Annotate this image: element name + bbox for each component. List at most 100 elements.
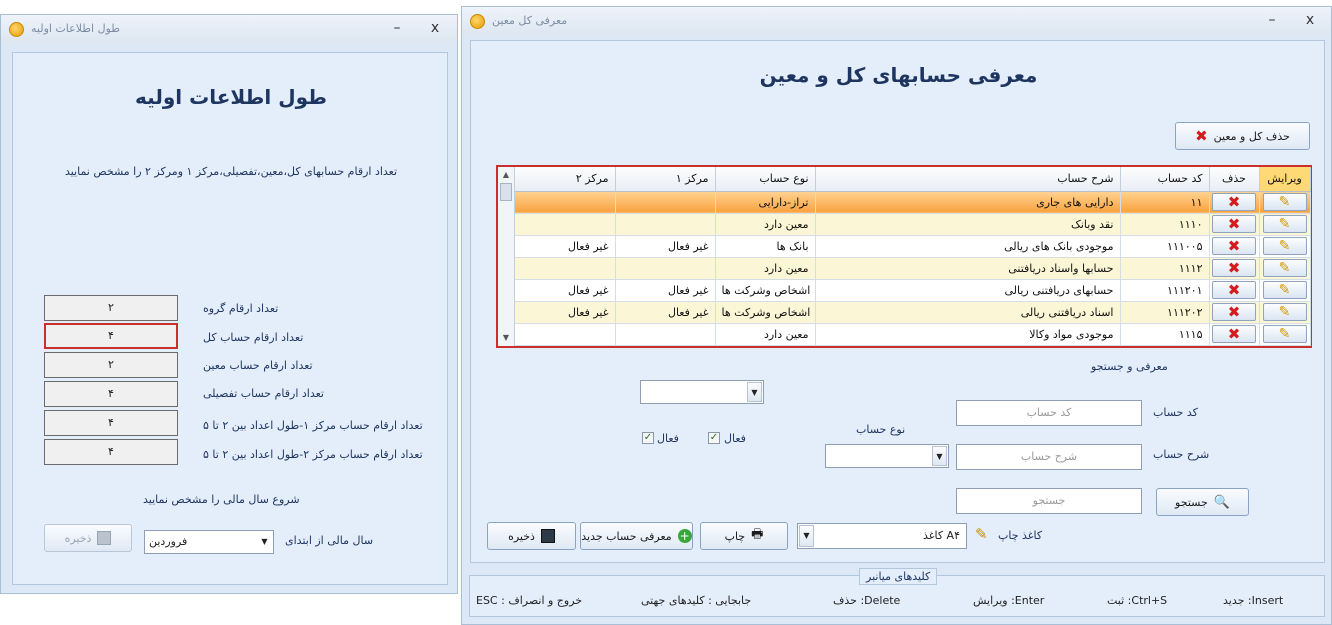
account-type-select[interactable]: ▼ [825, 444, 949, 468]
general-account-digits-field[interactable]: ۴ [44, 323, 178, 349]
edit-row-button[interactable]: ✎ [1262, 325, 1307, 343]
col-code-header[interactable]: کد حساب [1120, 167, 1210, 192]
app-logo-icon [470, 14, 485, 29]
edit-row-button[interactable]: ✎ [1262, 215, 1307, 233]
save-button[interactable]: ذخیره [44, 524, 132, 552]
delete-row-button[interactable]: ✖ [1212, 193, 1256, 211]
fiscal-month-select[interactable]: ▼ فروردین [144, 530, 274, 554]
grid-scrollbar[interactable]: ▲ ▼ [498, 167, 515, 346]
chevron-down-icon: ▼ [799, 525, 814, 547]
settings-panel: طول اطلاعات اولیه تعداد ارقام حسابهای کل… [12, 52, 448, 585]
detail-account-digits-label: تعداد ارقام حساب تفصیلی [203, 387, 324, 400]
cell-center1: غیر فعال [615, 301, 716, 324]
cell-center2: غیر فعال [515, 279, 616, 302]
minimize-button[interactable]: – [387, 19, 407, 37]
table-row[interactable]: غیر فعال غیر فعال بانک ها موجودی بانک های ر… [515, 235, 1311, 258]
account-type-label: نوع حساب [856, 423, 906, 436]
delete-all-label: حذف کل و معین [1213, 129, 1290, 143]
instruction-text: تعداد ارقام حسابهای کل،معین،تفصیلی،مرکز … [64, 165, 398, 178]
cell-center1: غیر فعال [615, 235, 716, 258]
cell-delete: ✖ [1209, 323, 1260, 346]
delete-x-icon: ✖ [1227, 237, 1241, 255]
detail-account-digits-field[interactable]: ۴ [44, 381, 178, 407]
subsidiary-account-digits-field[interactable]: ۲ [44, 352, 178, 378]
paper-size-value: کاغذ A۴ [922, 529, 960, 542]
scroll-thumb[interactable] [500, 183, 512, 201]
active2-label: فعال [724, 432, 746, 445]
delete-row-button[interactable]: ✖ [1212, 281, 1256, 299]
search-button[interactable]: جستجو 🔍 [1156, 488, 1249, 516]
cell-type: تراز-دارایی [715, 191, 816, 214]
cell-desc: موجودی مواد وکالا [815, 323, 1121, 346]
table-row[interactable]: غیر فعال غیر فعال اشخاص وشرکت ها حسابهای در… [515, 279, 1311, 302]
delete-x-icon: ✖ [1227, 281, 1241, 299]
cell-center2 [515, 323, 616, 346]
scroll-down-icon[interactable]: ▼ [498, 330, 514, 346]
cell-edit: ✎ [1259, 191, 1311, 214]
edit-row-button[interactable]: ✎ [1262, 193, 1307, 211]
cell-center1 [615, 323, 716, 346]
active1-checkbox[interactable]: ✓ [642, 432, 654, 444]
minimize-button[interactable]: – [1262, 11, 1282, 29]
account-desc-label: شرح حساب [1153, 448, 1210, 461]
delete-row-button[interactable]: ✖ [1212, 237, 1256, 255]
cell-desc: موجودی بانک های ریالی [815, 235, 1121, 258]
save-label: ذخیره [64, 531, 92, 545]
search-input[interactable]: جستجو [956, 488, 1142, 514]
title-bar: معرفی کل معین – x [462, 7, 1331, 35]
save-button[interactable]: ذخیره [487, 522, 576, 550]
col-desc-header[interactable]: شرح حساب [815, 167, 1121, 192]
center2-digits-field[interactable]: ۴ [44, 439, 178, 465]
col-delete-header[interactable]: حذف [1209, 167, 1260, 192]
cell-edit: ✎ [1259, 323, 1311, 346]
filter-select[interactable]: ▼ [640, 380, 764, 404]
shortcut-edit: ویرایش :Enter [973, 594, 1045, 607]
print-button[interactable]: چاپ 🖶 [700, 522, 788, 550]
delete-x-icon: ✖ [1227, 325, 1241, 343]
cell-desc: دارایی های جاری [815, 191, 1121, 214]
col-edit-header[interactable]: ویرایش [1259, 167, 1311, 192]
chevron-down-icon: ▼ [747, 382, 762, 402]
account-desc-input[interactable]: شرح حساب [956, 444, 1142, 470]
delete-row-button[interactable]: ✖ [1212, 215, 1256, 233]
active2-checkbox[interactable]: ✓ [708, 432, 720, 444]
active1-label: فعال [657, 432, 679, 445]
col-type-header[interactable]: نوع حساب [715, 167, 816, 192]
delete-all-button[interactable]: ✖ حذف کل و معین [1175, 122, 1310, 150]
group-digits-field[interactable]: ۲ [44, 295, 178, 321]
account-code-input[interactable]: کد حساب [956, 400, 1142, 426]
cell-type: معین دارد [715, 323, 816, 346]
delete-x-icon: ✖ [1227, 259, 1241, 277]
center1-digits-field[interactable]: ۴ [44, 410, 178, 436]
table-row[interactable]: غیر فعال غیر فعال اشخاص وشرکت ها اسناد دریا… [515, 301, 1311, 324]
account-definition-window: معرفی کل معین – x معرفی حسابهای کل و معی… [461, 6, 1332, 625]
cell-delete: ✖ [1209, 191, 1260, 214]
cell-type: معین دارد [715, 257, 816, 280]
general-account-digits-label: تعداد ارقام حساب کل [203, 331, 304, 344]
col-center1-header[interactable]: مرکز ۱ [615, 167, 716, 192]
table-row[interactable]: تراز-دارایی دارایی های جاری ۱۱ ✖ ✎ [515, 191, 1311, 214]
paper-size-select[interactable]: ▼ کاغذ A۴ [797, 523, 967, 549]
scroll-up-icon[interactable]: ▲ [498, 167, 514, 183]
table-row[interactable]: معین دارد حسابها واسناد دریافتنی ۱۱۱۲ ✖ ✎ [515, 257, 1311, 280]
new-account-button[interactable]: معرفی حساب جدید + [580, 522, 693, 550]
close-button[interactable]: x [1300, 11, 1320, 29]
shortcut-exit: ESC : خروج و انصراف [476, 594, 583, 607]
delete-row-button[interactable]: ✖ [1212, 325, 1256, 343]
close-button[interactable]: x [425, 19, 445, 37]
delete-row-button[interactable]: ✖ [1212, 303, 1256, 321]
table-row[interactable]: معین دارد موجودی مواد وکالا ۱۱۱۵ ✖ ✎ [515, 323, 1311, 346]
edit-row-button[interactable]: ✎ [1262, 259, 1307, 277]
accounts-grid: ▲ ▼ مرکز ۲ مرکز ۱ نوع حساب شرح حساب کد ح… [496, 165, 1312, 348]
table-row[interactable]: معین دارد نقد وبانک ۱۱۱۰ ✖ ✎ [515, 213, 1311, 236]
edit-row-button[interactable]: ✎ [1262, 281, 1307, 299]
edit-row-button[interactable]: ✎ [1262, 237, 1307, 255]
cell-code: ۱۱۱۲ [1120, 257, 1210, 280]
col-center2-header[interactable]: مرکز ۲ [515, 167, 616, 192]
delete-row-button[interactable]: ✖ [1212, 259, 1256, 277]
pencil-icon: ✎ [1278, 260, 1291, 276]
cell-code: ۱۱۱۰۰۵ [1120, 235, 1210, 258]
shortcut-move: جابجایی : کلیدهای جهتی [641, 594, 752, 607]
edit-row-button[interactable]: ✎ [1262, 303, 1307, 321]
floppy-disk-icon [540, 529, 555, 543]
